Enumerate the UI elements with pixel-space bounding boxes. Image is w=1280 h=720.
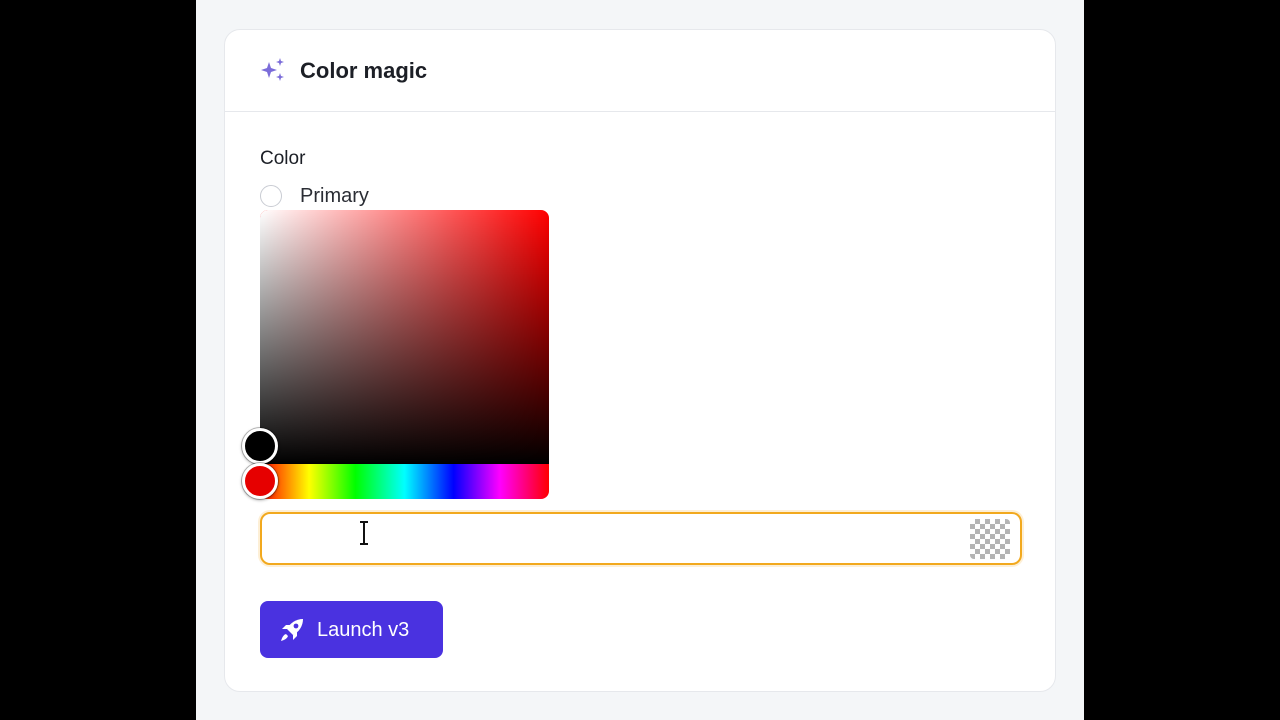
color-value-input[interactable] xyxy=(260,512,1022,565)
hue-slider[interactable] xyxy=(260,464,549,499)
card-title: Color magic xyxy=(300,58,428,83)
launch-button[interactable]: Launch v3 xyxy=(260,601,443,658)
text-cursor-icon xyxy=(360,520,368,546)
value-gradient xyxy=(260,210,549,464)
card-header: Color magic xyxy=(225,30,1055,112)
color-magic-card: Color magic Color Primary Launch v3 xyxy=(224,29,1056,692)
saturation-value-area[interactable] xyxy=(260,210,549,464)
transparent-swatch xyxy=(970,519,1010,559)
color-field-label: Color xyxy=(260,148,306,169)
color-picker[interactable] xyxy=(242,210,549,499)
rocket-icon xyxy=(281,619,303,641)
sparkles-icon xyxy=(261,58,284,81)
page: Color magic Color Primary Launch v3 xyxy=(196,0,1084,720)
launch-button-label: Launch v3 xyxy=(317,619,410,641)
primary-radio[interactable] xyxy=(260,185,282,207)
hue-handle[interactable] xyxy=(242,463,278,499)
primary-radio-label[interactable]: Primary xyxy=(300,184,369,208)
saturation-value-handle[interactable] xyxy=(242,428,278,464)
